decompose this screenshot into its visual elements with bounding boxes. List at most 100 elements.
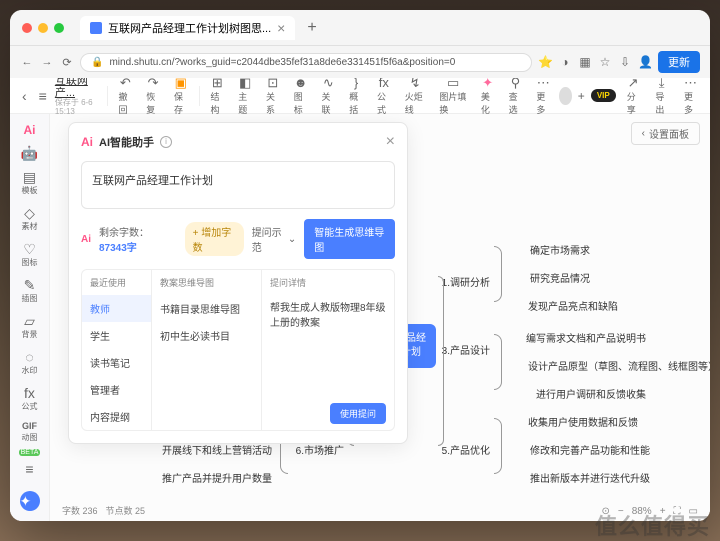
mm-leaf[interactable]: 设计产品原型（草图、流程图、线框图等） [528, 358, 710, 373]
nav-back-icon[interactable]: ‹ [18, 88, 31, 104]
mm-leaf[interactable]: 推出新版本并进行迭代升级 [530, 470, 650, 485]
sb-material[interactable]: ◇素材 [14, 202, 46, 236]
avatar[interactable] [559, 87, 572, 105]
ai-logo-icon: Ai [81, 135, 93, 149]
menu-icon[interactable]: ≡ [35, 88, 51, 104]
read-icon[interactable]: ▭ [689, 506, 698, 517]
info-icon[interactable]: i [160, 136, 172, 148]
mm-leaf[interactable]: 编写需求文档和产品说明书 [526, 330, 646, 345]
sug-role[interactable]: 学生 [82, 322, 151, 349]
mode-dropdown[interactable]: 提问示范⌄ [252, 224, 297, 254]
forward-button[interactable]: → [40, 56, 54, 68]
browser-tab[interactable]: 互联网产品经理工作计划树图思... × [80, 16, 295, 40]
tb-torch[interactable]: ↯火炬线 [400, 78, 431, 116]
zoom-in-icon[interactable]: + [660, 506, 666, 517]
tb-relation[interactable]: ⊡关系 [261, 78, 285, 116]
sb-formula[interactable]: fx公式 [14, 382, 46, 416]
address-field[interactable]: 🔒 mind.shutu.cn/?works_guid=c2044dbe35fe… [80, 53, 532, 72]
ai-panel: Ai AI智能助手 i × 互联网产品经理工作计划 Ai 剩余字数：87343字… [68, 122, 408, 444]
back-button[interactable]: ← [20, 56, 34, 68]
reload-button[interactable]: ⟳ [60, 56, 74, 69]
tb-share[interactable]: ↗分享 [622, 78, 645, 116]
sb-ai[interactable]: Ai [14, 120, 46, 140]
bookmark-icon[interactable]: ☆ [598, 55, 612, 69]
close-window[interactable] [22, 23, 32, 33]
titlebar: 互联网产品经理工作计划树图思... × + [10, 10, 710, 46]
generate-button[interactable]: 智能生成思维导图 [304, 219, 395, 259]
tb-summary[interactable]: }概括 [344, 78, 368, 116]
update-button[interactable]: 更新 [658, 51, 700, 73]
sug-tpl[interactable]: 初中生必读书目 [152, 322, 261, 349]
sug-detail: 帮我生成人教版物理8年级上册的教案 [262, 295, 394, 397]
sug-tpl[interactable]: 书籍目录思维导图 [152, 295, 261, 322]
sb-background[interactable]: ▱背景 [14, 310, 46, 344]
sb-illustration[interactable]: ✎插图 [14, 274, 46, 308]
translate-icon[interactable]: ⭐ [538, 55, 552, 69]
tb-redo[interactable]: ↷恢复 [141, 78, 165, 116]
fullscreen-icon[interactable]: ⛶ [674, 506, 681, 517]
ext2-icon[interactable]: ▦ [578, 55, 592, 69]
tb-save[interactable]: ▣保存 [169, 78, 193, 116]
zoom-out-icon[interactable]: − [618, 506, 624, 517]
mm-n1[interactable]: 1.调研分析 [442, 274, 490, 289]
suggestions: 最近使用 教师 学生 读书笔记 管理者 内容提纲 教案思维导图 书籍目录思维导图… [81, 269, 395, 431]
download-icon[interactable]: ⇩ [618, 55, 632, 69]
add-words-button[interactable]: + 增加字数 [185, 222, 244, 256]
mm-leaf[interactable]: 收集用户使用数据和反馈 [528, 414, 638, 429]
tb-export[interactable]: ⤓导出 [650, 78, 673, 116]
sb-icon[interactable]: ♡图标 [14, 238, 46, 272]
url-bar: ← → ⟳ 🔒 mind.shutu.cn/?works_guid=c2044d… [10, 46, 710, 78]
sb-list[interactable]: ≡ [14, 458, 46, 480]
status-bar: 字数 236 节点数 25 [62, 504, 145, 517]
mm-leaf[interactable]: 进行用户调研和反馈收集 [536, 386, 646, 401]
maximize-window[interactable] [54, 23, 64, 33]
doc-title[interactable]: 互联网产... [55, 78, 101, 99]
tb-more[interactable]: ⋯更多 [531, 78, 555, 116]
tb-find[interactable]: ⚲查选 [504, 78, 528, 116]
canvas[interactable]: ‹ 设置面板 互联网产品经理工作计划 1.调研分析 确定市场需求 研究竞品情况 … [50, 114, 710, 521]
tb-beautify[interactable]: ✦美化 [476, 78, 500, 116]
profile-icon[interactable]: 👤 [638, 55, 652, 69]
tb-image[interactable]: ▭图片填换 [434, 78, 472, 116]
app: ‹ ≡ 互联网产... 保存于 6-6 15:13 ↶撤回 ↷恢复 ▣保存 ⊞结… [10, 78, 710, 521]
extensions: ⭐ ◑ ▦ ☆ ⇩ 👤 [538, 55, 652, 69]
browser-window: 互联网产品经理工作计划树图思... × + ← → ⟳ 🔒 mind.shutu… [10, 10, 710, 521]
ext1-icon[interactable]: ◑ [558, 55, 572, 69]
mm-leaf[interactable]: 发现产品亮点和缺陷 [528, 298, 618, 313]
tb-structure[interactable]: ⊞结构 [205, 78, 229, 116]
close-icon[interactable]: × [386, 133, 395, 151]
tab-title: 互联网产品经理工作计划树图思... [108, 20, 271, 36]
tb-link[interactable]: ∿关联 [316, 78, 340, 116]
add-user-icon[interactable]: + [578, 89, 585, 103]
sug-role[interactable]: 教师 [82, 295, 151, 322]
ai-input[interactable]: 互联网产品经理工作计划 [81, 161, 395, 209]
tb-undo[interactable]: ↶撤回 [113, 78, 137, 116]
sug-role[interactable]: 管理者 [82, 376, 151, 403]
mm-leaf[interactable]: 确定市场需求 [530, 242, 590, 257]
sug-role[interactable]: 内容提纲 [82, 403, 151, 430]
mm-leaf[interactable]: 开展线下和线上营销活动 [162, 442, 272, 457]
tb-overflow[interactable]: ⋯更多 [679, 78, 702, 116]
mm-leaf[interactable]: 修改和完善产品功能和性能 [530, 442, 650, 457]
mm-leaf[interactable]: 研究竞品情况 [530, 270, 590, 285]
tb-formula[interactable]: fx公式 [372, 78, 396, 116]
mm-leaf[interactable]: 推广产品并提升用户数量 [162, 470, 272, 485]
new-tab-button[interactable]: + [307, 19, 316, 37]
sb-ai2[interactable]: ✦ [14, 487, 46, 515]
sb-template[interactable]: ▤模板 [14, 166, 46, 200]
url-text: mind.shutu.cn/?works_guid=c2044dbe35fef3… [109, 57, 455, 68]
tab-close-icon[interactable]: × [277, 20, 285, 36]
sb-robot[interactable]: 🤖 [14, 142, 46, 164]
sb-watermark[interactable]: ◌水印 [14, 346, 46, 380]
sb-gif[interactable]: GIF动图 [14, 418, 46, 447]
vip-badge[interactable]: VIP [591, 89, 616, 102]
center-icon[interactable]: ⊙ [601, 506, 609, 517]
tb-icon[interactable]: ☻图标 [289, 78, 313, 116]
mm-n3[interactable]: 3.产品设计 [442, 342, 490, 357]
mm-n6[interactable]: 6.市场推广 [296, 442, 344, 457]
mm-n5[interactable]: 5.产品优化 [442, 442, 490, 457]
tb-theme[interactable]: ◧主题 [233, 78, 257, 116]
minimize-window[interactable] [38, 23, 48, 33]
use-prompt-button[interactable]: 使用提问 [330, 403, 386, 424]
sug-role[interactable]: 读书笔记 [82, 349, 151, 376]
